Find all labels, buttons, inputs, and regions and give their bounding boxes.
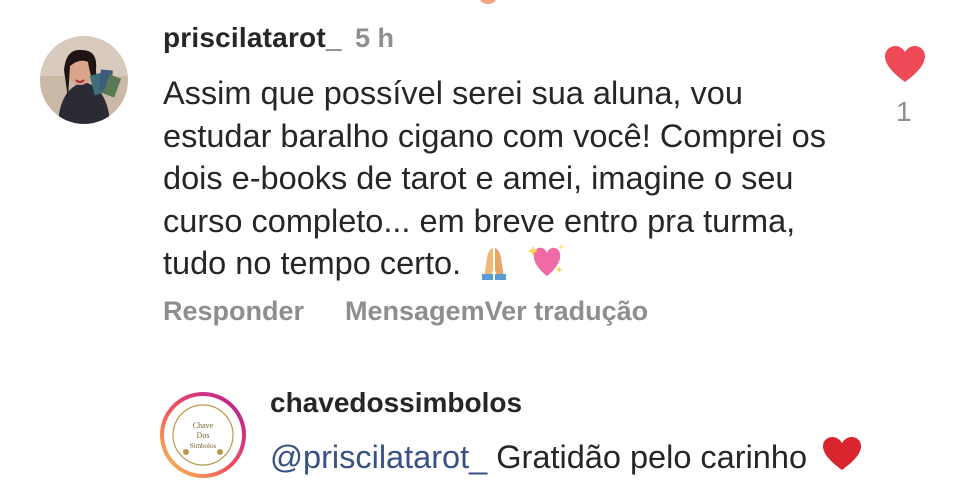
see-translation-button[interactable]: Ver tradução <box>485 296 649 326</box>
reply-text: Gratidão pelo carinho <box>496 439 808 475</box>
chave-dos-simbolos-logo: Chave Dos Símbolos <box>160 392 246 478</box>
comment-actions: Responder MensagemVer tradução <box>163 296 648 327</box>
reply-button[interactable]: Responder <box>163 296 304 326</box>
avatar-photo <box>40 36 128 124</box>
folded-hands-icon <box>476 244 512 291</box>
red-heart-icon <box>822 436 862 480</box>
like-button[interactable] <box>884 45 926 87</box>
reply-username[interactable]: chavedossimbolos <box>270 387 522 419</box>
comment-timestamp: 5 h <box>355 23 395 53</box>
reply-text-block: @priscilatarot_ Gratidão pelo carinho <box>270 436 862 480</box>
top-indicator <box>478 0 498 4</box>
reply-avatar[interactable]: Chave Dos Símbolos <box>160 392 246 478</box>
message-button[interactable]: Mensagem <box>345 296 485 326</box>
sparkling-heart-icon <box>527 242 567 291</box>
like-count: 1 <box>896 96 912 127</box>
svg-text:Dos: Dos <box>197 431 210 440</box>
avatar[interactable] <box>40 36 128 124</box>
heart-icon <box>885 46 925 82</box>
svg-text:Símbolos: Símbolos <box>190 442 217 450</box>
svg-text:Chave: Chave <box>193 421 214 430</box>
comment-text-block: Assim que possível serei sua aluna, vou … <box>163 72 853 291</box>
mention-link[interactable]: @priscilatarot_ <box>270 439 487 475</box>
comment-username[interactable]: priscilatarot_ <box>163 22 342 54</box>
